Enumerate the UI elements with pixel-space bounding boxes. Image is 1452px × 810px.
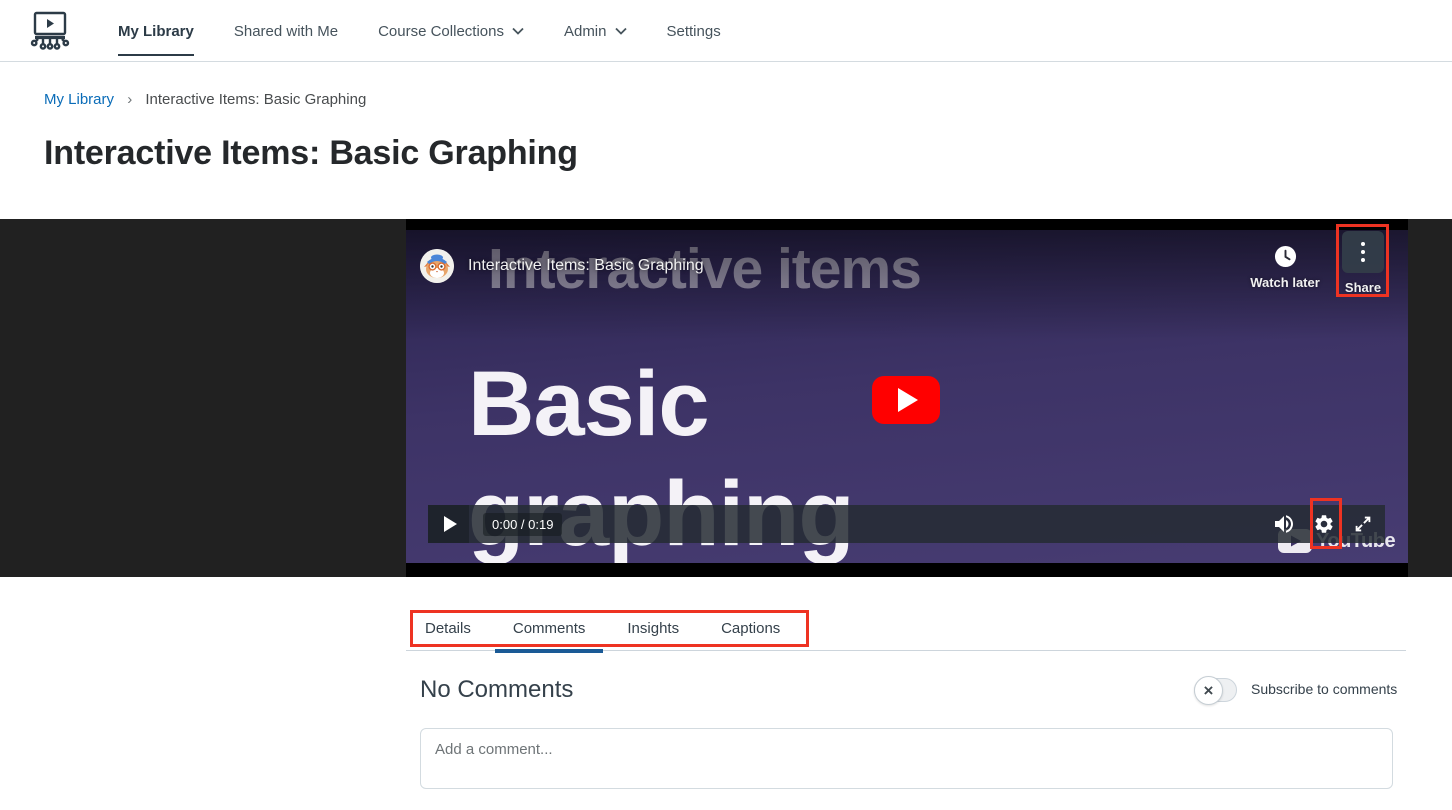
- settings-gear-icon[interactable]: [1313, 513, 1335, 535]
- play-triangle-icon: [444, 516, 457, 532]
- channel-avatar[interactable]: [420, 249, 454, 283]
- nav-settings-label: Settings: [667, 23, 721, 40]
- breadcrumb-separator: ›: [127, 91, 132, 108]
- player-control-bar: 0:00 / 0:19: [428, 505, 1385, 543]
- video-strip: Interactive items Basic graphing: [0, 219, 1452, 577]
- no-comments-heading: No Comments: [420, 676, 573, 704]
- nav-admin[interactable]: Admin: [564, 23, 627, 40]
- subscribe-to-comments: × Subscribe to comments: [1194, 675, 1397, 702]
- kebab-menu-icon[interactable]: [1342, 231, 1384, 273]
- chevron-down-icon: [615, 27, 627, 35]
- youtube-player: Interactive items Basic graphing: [406, 219, 1408, 577]
- volume-icon[interactable]: [1272, 512, 1296, 536]
- cat-avatar-icon: [420, 249, 454, 283]
- add-comment-input[interactable]: [420, 728, 1393, 789]
- share-label: Share: [1335, 280, 1391, 295]
- tab-details-label: Details: [425, 620, 471, 637]
- time-display: 0:00 / 0:19: [483, 513, 562, 536]
- watch-later-button[interactable]: Watch later: [1238, 245, 1332, 290]
- nav-settings[interactable]: Settings: [667, 23, 721, 40]
- breadcrumb: My Library › Interactive Items: Basic Gr…: [44, 91, 366, 108]
- fullscreen-icon[interactable]: [1352, 513, 1374, 535]
- top-navigation: My Library Shared with Me Course Collect…: [0, 0, 1452, 62]
- nav-course-collections-label: Course Collections: [378, 23, 504, 40]
- watch-later-label: Watch later: [1238, 275, 1332, 290]
- thumbnail-text-basic: Basic: [468, 352, 709, 457]
- media-library-page: My Library Shared with Me Course Collect…: [0, 0, 1452, 810]
- tab-insights[interactable]: Insights: [609, 610, 697, 651]
- nav-my-library[interactable]: My Library: [118, 23, 194, 40]
- tab-insights-label: Insights: [627, 620, 679, 637]
- nav-shared-with-me-label: Shared with Me: [234, 23, 338, 40]
- tab-details[interactable]: Details: [407, 610, 489, 651]
- tab-captions-label: Captions: [721, 620, 780, 637]
- app-logo-icon[interactable]: [28, 9, 72, 53]
- video-thumbnail[interactable]: Interactive items Basic graphing: [406, 230, 1408, 563]
- youtube-play-button[interactable]: [872, 376, 940, 424]
- breadcrumb-my-library-link[interactable]: My Library: [44, 91, 114, 108]
- breadcrumb-current: Interactive Items: Basic Graphing: [145, 91, 366, 108]
- tab-comments[interactable]: Comments: [495, 610, 604, 651]
- tab-captions[interactable]: Captions: [703, 610, 798, 651]
- nav-shared-with-me[interactable]: Shared with Me: [234, 23, 338, 40]
- chevron-down-icon: [512, 27, 524, 35]
- subscribe-toggle[interactable]: ×: [1194, 678, 1237, 702]
- clock-icon: [1274, 245, 1297, 268]
- tab-comments-label: Comments: [513, 620, 586, 637]
- play-button[interactable]: [428, 505, 469, 543]
- play-triangle-icon: [898, 388, 918, 412]
- x-close-icon: ×: [1204, 682, 1214, 699]
- nav-admin-label: Admin: [564, 23, 607, 40]
- player-header: Interactive Items: Basic Graphing: [420, 249, 704, 283]
- nav-items: My Library Shared with Me Course Collect…: [118, 0, 721, 62]
- page-title: Interactive Items: Basic Graphing: [44, 134, 578, 173]
- player-video-title[interactable]: Interactive Items: Basic Graphing: [468, 257, 704, 275]
- subscribe-label: Subscribe to comments: [1251, 681, 1397, 697]
- share-button[interactable]: Share: [1335, 231, 1391, 295]
- nav-my-library-label: My Library: [118, 23, 194, 40]
- nav-course-collections[interactable]: Course Collections: [378, 23, 524, 40]
- toggle-knob[interactable]: ×: [1194, 676, 1223, 705]
- media-tabs: Details Comments Insights Captions: [406, 610, 1406, 651]
